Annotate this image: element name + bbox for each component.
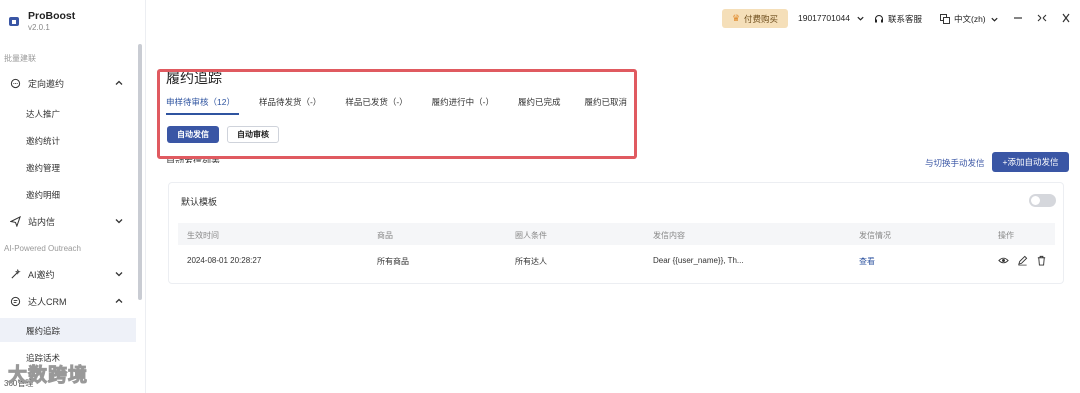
sidebar-active-background bbox=[0, 318, 136, 342]
sidebar-subitem-invite-manage[interactable]: 邀约管理 bbox=[26, 162, 60, 174]
crown-icon: ♛ bbox=[731, 13, 741, 23]
minimize-icon[interactable] bbox=[1013, 12, 1023, 24]
template-title: 默认模板 bbox=[181, 197, 218, 207]
sidebar-scrollbar[interactable] bbox=[138, 44, 142, 300]
sidebar-item-ai-invite[interactable]: AI邀约 bbox=[10, 261, 132, 287]
sidebar-subitem-invite-detail[interactable]: 邀约明细 bbox=[26, 189, 60, 201]
template-card: 默认模板 生效时间 商品 圈人条件 发信内容 发信情况 操作 2024-08-0… bbox=[168, 182, 1064, 284]
sidebar-item-targeted-invite[interactable]: 定向邀约 bbox=[10, 70, 132, 96]
cell-time: 2024-08-01 20:28:27 bbox=[187, 256, 262, 265]
language-label: 中文(zh) bbox=[954, 14, 986, 24]
column-effective-time: 生效时间 bbox=[187, 231, 219, 240]
brand: ProBoost v2.0.1 bbox=[8, 10, 75, 32]
account-phone: 19017701044 bbox=[798, 13, 851, 23]
view-link[interactable]: 查看 bbox=[859, 256, 875, 267]
magic-wand-icon bbox=[10, 268, 21, 280]
row-actions bbox=[997, 254, 1054, 266]
sidebar-item-label: AI邀约 bbox=[28, 269, 55, 280]
contact-service-label: 联系客服 bbox=[888, 14, 923, 24]
send-icon bbox=[10, 215, 21, 227]
column-content: 发信内容 bbox=[653, 231, 685, 240]
close-icon[interactable] bbox=[1061, 12, 1071, 24]
crm-icon bbox=[10, 296, 21, 307]
sidebar-subitem-fulfillment[interactable]: 履约追踪 bbox=[26, 325, 60, 337]
chevron-up-icon bbox=[115, 80, 123, 85]
chevron-down-icon bbox=[857, 16, 864, 21]
watermark-text: 大数跨境 bbox=[7, 365, 89, 387]
sidebar-subitem-promotion[interactable]: 达人推广 bbox=[26, 108, 60, 120]
chat-icon bbox=[10, 78, 21, 89]
section-ai-label: AI-Powered Outreach bbox=[4, 244, 81, 253]
sidebar: ProBoost v2.0.1 批量建联 定向邀约 达人推广 邀约统计 邀约管理… bbox=[0, 0, 146, 393]
app-name: ProBoost bbox=[28, 10, 76, 22]
buy-button[interactable]: ♛ 付费购买 bbox=[722, 9, 788, 28]
headset-icon bbox=[875, 15, 883, 23]
sidebar-item-station-msg[interactable]: 站内信 bbox=[10, 208, 132, 234]
toggle-knob bbox=[1031, 196, 1040, 205]
sidebar-subitem-invite-stats[interactable]: 邀约统计 bbox=[26, 135, 60, 147]
chevron-down-icon bbox=[991, 17, 998, 22]
eye-icon[interactable] bbox=[997, 254, 1009, 266]
chevron-up-icon bbox=[115, 298, 123, 303]
trash-icon[interactable] bbox=[1035, 254, 1047, 266]
sidebar-item-crm[interactable]: 达人CRM bbox=[10, 288, 132, 314]
cell-product: 所有商品 bbox=[377, 257, 409, 266]
buy-label: 付费购买 bbox=[744, 13, 779, 24]
contact-service-button[interactable]: 联系客服 bbox=[874, 13, 922, 25]
top-bar: ♛ 付费购买 19017701044 联系客服 中文(zh) bbox=[146, 0, 1080, 38]
annotation-highlight-box bbox=[157, 69, 637, 159]
app-logo-icon bbox=[9, 17, 19, 26]
account-menu[interactable]: 19017701044 bbox=[798, 13, 865, 23]
app-version: v2.0.1 bbox=[28, 23, 50, 32]
cell-content: Dear {{user_name}}, Th... bbox=[653, 256, 744, 265]
column-actions: 操作 bbox=[998, 231, 1014, 240]
column-product: 商品 bbox=[377, 231, 393, 240]
maximize-icon[interactable] bbox=[1037, 12, 1047, 24]
column-status: 发信情况 bbox=[859, 231, 891, 240]
sidebar-item-label: 定向邀约 bbox=[28, 78, 65, 89]
chevron-down-icon bbox=[115, 219, 123, 224]
sidebar-item-label: 站内信 bbox=[28, 216, 56, 227]
language-select[interactable]: 中文(zh) bbox=[940, 13, 999, 25]
auto-send-table: 生效时间 商品 圈人条件 发信内容 发信情况 操作 2024-08-01 20:… bbox=[178, 223, 1055, 276]
edit-icon[interactable] bbox=[1016, 254, 1028, 266]
section-batch-label: 批量建联 bbox=[4, 54, 36, 63]
sidebar-item-label: 达人CRM bbox=[28, 296, 67, 307]
translate-icon bbox=[940, 14, 950, 24]
table-header bbox=[178, 223, 1055, 245]
chevron-down-icon bbox=[115, 272, 123, 277]
cell-condition: 所有达人 bbox=[515, 257, 547, 266]
column-condition: 圈人条件 bbox=[515, 231, 547, 240]
add-auto-send-button[interactable]: +添加自动发信 bbox=[992, 152, 1069, 172]
template-toggle[interactable] bbox=[1029, 194, 1056, 207]
switch-manual-send-link[interactable]: 与切换手动发信 bbox=[925, 157, 985, 169]
